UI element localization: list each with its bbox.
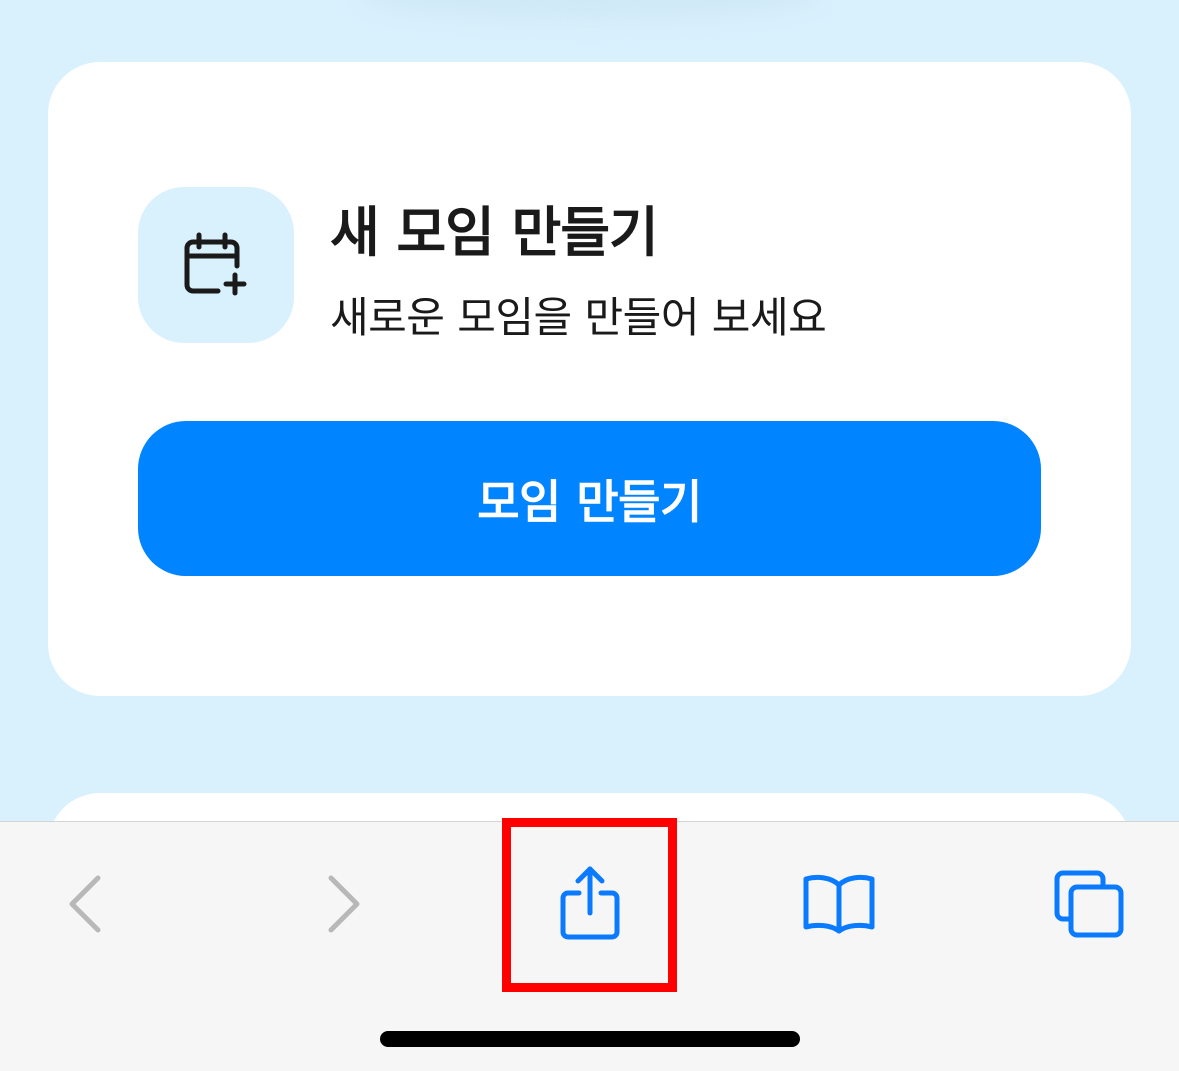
bookmarks-button[interactable] xyxy=(794,862,884,946)
chevron-left-icon xyxy=(69,875,101,933)
card-subtitle: 새로운 모임을 만들어 보세요 xyxy=(330,293,827,342)
create-group-button[interactable]: 모임 만들기 xyxy=(138,421,1041,576)
tabs-button[interactable] xyxy=(1044,862,1134,946)
top-glow xyxy=(360,0,820,20)
chevron-right-icon xyxy=(328,875,360,933)
card-title: 새 모임 만들기 xyxy=(330,201,659,264)
book-icon xyxy=(803,874,875,934)
home-indicator[interactable] xyxy=(380,1031,800,1047)
share-highlight xyxy=(502,818,677,992)
page: 새 모임 만들기 새로운 모임을 만들어 보세요 모임 만들기 xyxy=(0,0,1179,1071)
back-button[interactable] xyxy=(46,862,126,946)
calendar-plus-icon xyxy=(184,232,247,296)
forward-button[interactable] xyxy=(303,862,383,946)
calendar-icon-container xyxy=(138,187,294,343)
tabs-icon xyxy=(1054,870,1124,938)
create-group-card: 새 모임 만들기 새로운 모임을 만들어 보세요 모임 만들기 xyxy=(48,62,1131,696)
